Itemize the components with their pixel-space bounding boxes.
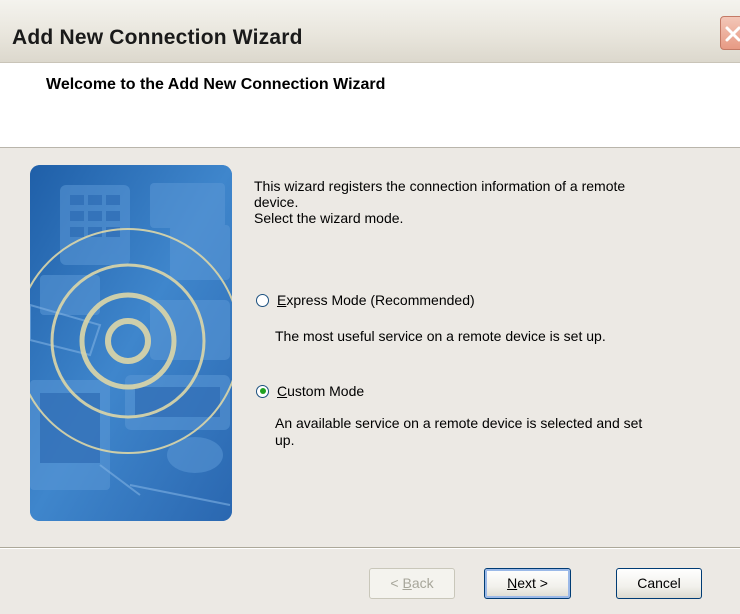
wireless-devices-illustration (30, 165, 232, 521)
close-icon (725, 26, 740, 42)
express-mode-description: The most useful service on a remote devi… (275, 328, 606, 344)
express-mode-option[interactable]: Express Mode (Recommended) (256, 292, 475, 308)
intro-line-1: This wizard registers the connection inf… (254, 178, 626, 194)
page-title: Welcome to the Add New Connection Wizard (46, 76, 386, 93)
intro-text: This wizard registers the connection inf… (254, 178, 724, 226)
close-button[interactable] (720, 16, 740, 50)
back-button[interactable]: < Back (369, 568, 455, 599)
footer-divider (0, 547, 740, 549)
intro-line-2: device. (254, 194, 299, 210)
custom-mode-option[interactable]: Custom Mode (256, 383, 364, 399)
custom-mode-radio[interactable] (256, 384, 269, 398)
custom-mode-description: An available service on a remote device … (275, 415, 643, 448)
window-title: Add New Connection Wizard (12, 26, 303, 49)
wizard-illustration (30, 165, 232, 521)
express-mode-label[interactable]: Express Mode (Recommended) (277, 292, 475, 308)
wizard-window: Add New Connection Wizard Welcome to the… (0, 0, 740, 614)
wizard-header: Welcome to the Add New Connection Wizard (0, 63, 740, 148)
title-bar[interactable]: Add New Connection Wizard (0, 0, 740, 63)
custom-mode-label[interactable]: Custom Mode (277, 383, 364, 399)
next-button[interactable]: Next > (484, 568, 571, 599)
intro-line-3: Select the wizard mode. (254, 210, 404, 226)
cancel-button[interactable]: Cancel (616, 568, 702, 599)
express-mode-radio[interactable] (256, 293, 269, 307)
